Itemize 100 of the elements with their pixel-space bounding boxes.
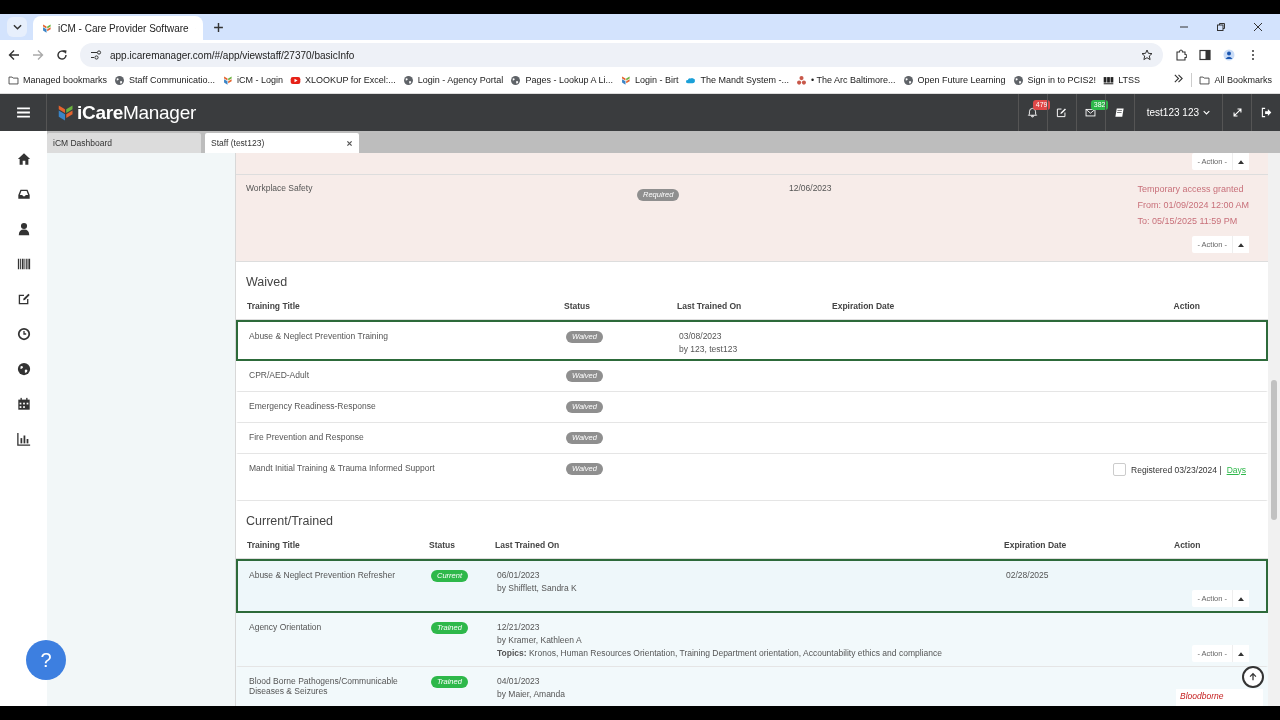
video-icon — [289, 74, 301, 86]
training-title: Mandt Initial Training & Trauma Informed Support — [249, 463, 436, 473]
column-header: Action — [1174, 539, 1202, 550]
logout-icon — [1260, 107, 1272, 118]
logo-icon — [221, 74, 233, 86]
section-title: Current/Trained — [246, 514, 334, 528]
globe-icon[interactable] — [16, 362, 31, 376]
bookmark[interactable]: • The Arc Baltimore... — [796, 73, 896, 87]
column-header: Last Trained On — [677, 300, 743, 311]
site-settings-icon — [90, 49, 102, 61]
bookmark[interactable]: Login - Birt — [619, 73, 679, 87]
tab-search-button[interactable] — [7, 17, 27, 37]
bookmark[interactable]: LTSS — [1103, 73, 1140, 87]
topics-text: Topics: Kronos, Human Resources Orientation, Training Department orientation, Accountability ethics and compliance — [497, 648, 943, 658]
page-tab[interactable]: Staff (test123) — [205, 133, 359, 153]
globe-icon — [510, 74, 522, 86]
globe-icon — [902, 74, 914, 86]
training-title: Fire Prevention and Response — [249, 432, 365, 442]
column-header: Training Title — [247, 300, 301, 311]
folder-icon — [1199, 74, 1211, 86]
address-bar[interactable]: app.icaremanager.com/#/app/viewstaff/27370/basicInfo — [80, 43, 1163, 67]
training-note: Bloodborne — [1176, 689, 1264, 706]
action-caret-button[interactable] — [1232, 153, 1249, 170]
back-icon[interactable] — [8, 49, 20, 61]
checkbox[interactable] — [1113, 463, 1127, 476]
trained-info: by 123, test123 — [679, 344, 739, 354]
trained-date: 12/06/2023 — [789, 183, 833, 195]
logo-icon — [41, 22, 52, 34]
trainer-name: by Kramer, Kathleen A — [497, 635, 583, 645]
bookmark[interactable]: iCM - Login — [221, 73, 283, 87]
training-title: CPR/AED-Adult — [249, 370, 310, 380]
new-tab-icon[interactable] — [213, 22, 224, 33]
close-icon[interactable] — [346, 139, 353, 147]
bookmark[interactable]: The Mandt System -... — [685, 73, 789, 87]
access-note: To: 05/15/2025 11:59 PM — [1137, 215, 1239, 228]
side-panel-icon[interactable] — [1199, 49, 1211, 61]
expiration-date: 02/28/2025 — [1006, 570, 1049, 580]
column-header: Training Title — [247, 539, 301, 550]
access-note: From: 01/09/2024 12:00 AM — [1137, 199, 1249, 212]
scrollbar[interactable] — [1268, 153, 1280, 706]
mail-icon — [1085, 107, 1097, 118]
arrow-up-icon — [1248, 672, 1258, 682]
bell-icon — [1027, 107, 1039, 118]
url-text: app.icaremanager.com/#/app/viewstaff/27370/basicInfo — [110, 49, 355, 61]
access-note: Temporary access granted — [1137, 183, 1245, 196]
action-caret-button[interactable] — [1232, 236, 1249, 253]
tab-title: iCM - Care Provider Software — [58, 22, 189, 34]
action-caret-button[interactable] — [1232, 590, 1249, 607]
bookmark[interactable]: Managed bookmarks — [8, 73, 108, 87]
trainer-name: by Shifflett, Sandra K — [497, 583, 578, 593]
bookmark[interactable]: XLOOKUP for Excel:... — [289, 73, 396, 87]
profile-icon[interactable] — [1223, 49, 1235, 61]
person-icon[interactable] — [16, 222, 31, 236]
all-bookmarks[interactable]: All Bookmarks — [1199, 73, 1272, 87]
training-title: Emergency Readiness-Response — [249, 401, 377, 411]
globe-icon — [114, 74, 126, 86]
bookmark[interactable]: Pages - Lookup A Li... — [510, 73, 613, 87]
barcode-icon[interactable] — [16, 257, 31, 271]
section-title: Waived — [246, 275, 288, 289]
home-icon[interactable] — [16, 152, 31, 166]
training-title: Agency Orientation — [249, 622, 323, 632]
column-header: Last Trained On — [495, 539, 561, 550]
bookmark[interactable]: Open Future Learning — [902, 73, 1006, 87]
reload-icon[interactable] — [56, 49, 68, 61]
action-caret-button[interactable] — [1232, 645, 1249, 662]
bookmark[interactable]: Sign in to PCIS2! — [1012, 73, 1097, 87]
column-header: Expiration Date — [1004, 539, 1068, 550]
page-tab[interactable]: iCM Dashboard — [47, 133, 201, 153]
inbox-icon[interactable] — [16, 187, 31, 201]
star-icon[interactable] — [1141, 49, 1153, 61]
browser-tab[interactable]: iCM - Care Provider Software — [33, 16, 203, 40]
close-icon[interactable] — [1253, 22, 1263, 32]
puzzle-icon[interactable] — [1175, 49, 1187, 61]
menu-icon — [16, 107, 30, 118]
globe-icon — [402, 74, 414, 86]
chart-icon[interactable] — [16, 432, 31, 446]
training-title: Workplace Safety — [246, 183, 314, 195]
edit-icon — [1056, 107, 1068, 118]
chevron-down-icon — [12, 24, 22, 30]
restore-icon[interactable] — [1216, 22, 1226, 32]
clock-icon[interactable] — [16, 327, 31, 341]
registered-text: Registered 03/23/2024 | — [1131, 464, 1222, 475]
brand-name: iCareManager — [77, 101, 196, 124]
edit-icon[interactable] — [16, 292, 31, 306]
trainer-name: by Maier, Amanda — [497, 689, 567, 699]
bookmark[interactable]: Login - Agency Portal — [402, 73, 504, 87]
book-icon — [1114, 107, 1126, 118]
calendar-icon[interactable] — [16, 397, 31, 411]
more-bookmarks-icon[interactable] — [1173, 73, 1185, 84]
dots-icon — [796, 74, 807, 86]
bookmark[interactable]: Staff Communicatio... — [114, 73, 215, 87]
training-title: Blood Borne Pathogens/Communicable Diseases & Seizures — [249, 676, 399, 696]
column-header: Status — [429, 539, 456, 550]
column-header: Status — [564, 300, 591, 311]
chevron-down-icon — [1203, 110, 1210, 115]
training-title: Abuse & Neglect Prevention Training — [249, 331, 389, 341]
trained-date: 06/01/2023 — [497, 570, 541, 580]
folder-icon — [8, 74, 19, 86]
caret-icon — [1238, 159, 1244, 164]
globe-icon — [1012, 74, 1024, 86]
